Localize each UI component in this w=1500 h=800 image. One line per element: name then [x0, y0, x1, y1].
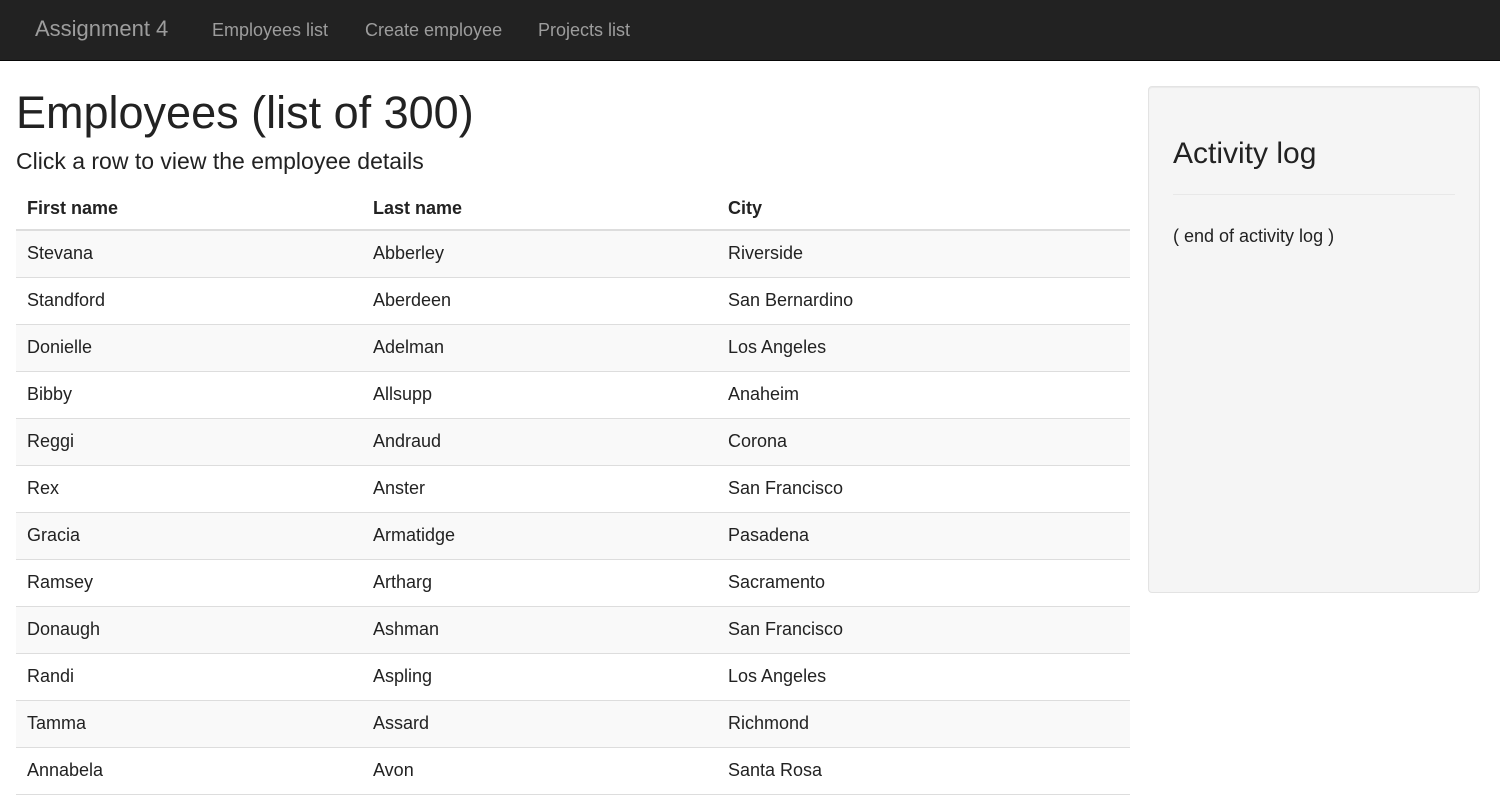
table-row[interactable]: Stevana Abberley Riverside	[16, 230, 1130, 278]
column-header-last-name: Last name	[362, 188, 717, 231]
cell-first-name: Reggi	[16, 418, 362, 466]
cell-first-name: Donaugh	[16, 606, 362, 654]
cell-last-name: Adelman	[362, 324, 717, 372]
cell-first-name: Stevana	[16, 230, 362, 278]
table-row[interactable]: Reggi Andraud Corona	[16, 418, 1130, 466]
table-row[interactable]: Ramsey Artharg Sacramento	[16, 559, 1130, 607]
cell-first-name: Gracia	[16, 512, 362, 560]
table-row[interactable]: Donielle Adelman Los Angeles	[16, 324, 1130, 372]
cell-last-name: Aberdeen	[362, 277, 717, 325]
nav-link-employees-list[interactable]: Employees list	[212, 19, 328, 41]
table-row[interactable]: Tamma Assard Richmond	[16, 700, 1130, 748]
cell-first-name: Annabela	[16, 747, 362, 795]
column-header-city: City	[717, 188, 1130, 231]
activity-log-end-text: ( end of activity log )	[1173, 226, 1335, 246]
cell-last-name: Aspling	[362, 653, 717, 701]
cell-first-name: Donielle	[16, 324, 362, 372]
cell-city: Sacramento	[717, 559, 1130, 607]
cell-city: San Francisco	[717, 465, 1130, 513]
table-row[interactable]: Donaugh Ashman San Francisco	[16, 606, 1130, 654]
cell-first-name: Randi	[16, 653, 362, 701]
cell-first-name: Standford	[16, 277, 362, 325]
cell-city: Riverside	[717, 230, 1130, 278]
cell-city: Pasadena	[717, 512, 1130, 560]
cell-last-name: Ashman	[362, 606, 717, 654]
cell-last-name: Avon	[362, 747, 717, 795]
cell-city: San Francisco	[717, 606, 1130, 654]
cell-city: Corona	[717, 418, 1130, 466]
cell-last-name: Abberley	[362, 230, 717, 278]
table-row[interactable]: Bibby Allsupp Anaheim	[16, 371, 1130, 419]
table-row[interactable]: Annabela Avon Santa Rosa	[16, 747, 1130, 795]
cell-first-name: Rex	[16, 465, 362, 513]
table-row[interactable]: Standford Aberdeen San Bernardino	[16, 277, 1130, 325]
employees-table: First name Last name City Stevana Abberl…	[16, 188, 1130, 795]
table-header-row: First name Last name City	[16, 188, 1130, 231]
cell-last-name: Armatidge	[362, 512, 717, 560]
cell-first-name: Ramsey	[16, 559, 362, 607]
page-subtitle: Click a row to view the employee details	[16, 148, 424, 174]
cell-city: Santa Rosa	[717, 747, 1130, 795]
page-title: Employees (list of 300)	[16, 87, 474, 138]
activity-log-title: Activity log	[1173, 137, 1317, 170]
activity-log-divider	[1173, 194, 1455, 195]
top-navbar: Assignment 4 Employees list Create emplo…	[0, 0, 1500, 61]
table-row[interactable]: Randi Aspling Los Angeles	[16, 653, 1130, 701]
cell-city: Anaheim	[717, 371, 1130, 419]
cell-city: Richmond	[717, 700, 1130, 748]
cell-last-name: Allsupp	[362, 371, 717, 419]
cell-city: Los Angeles	[717, 324, 1130, 372]
cell-city: Los Angeles	[717, 653, 1130, 701]
table-row[interactable]: Rex Anster San Francisco	[16, 465, 1130, 513]
activity-log-panel: Activity log ( end of activity log )	[1148, 86, 1480, 593]
navbar-brand[interactable]: Assignment 4	[35, 16, 168, 42]
cell-first-name: Bibby	[16, 371, 362, 419]
cell-last-name: Anster	[362, 465, 717, 513]
nav-link-create-employee[interactable]: Create employee	[365, 19, 502, 41]
cell-last-name: Assard	[362, 700, 717, 748]
table-row[interactable]: Gracia Armatidge Pasadena	[16, 512, 1130, 560]
cell-first-name: Tamma	[16, 700, 362, 748]
cell-last-name: Andraud	[362, 418, 717, 466]
column-header-first-name: First name	[16, 188, 362, 231]
nav-link-projects-list[interactable]: Projects list	[538, 19, 630, 41]
cell-last-name: Artharg	[362, 559, 717, 607]
cell-city: San Bernardino	[717, 277, 1130, 325]
